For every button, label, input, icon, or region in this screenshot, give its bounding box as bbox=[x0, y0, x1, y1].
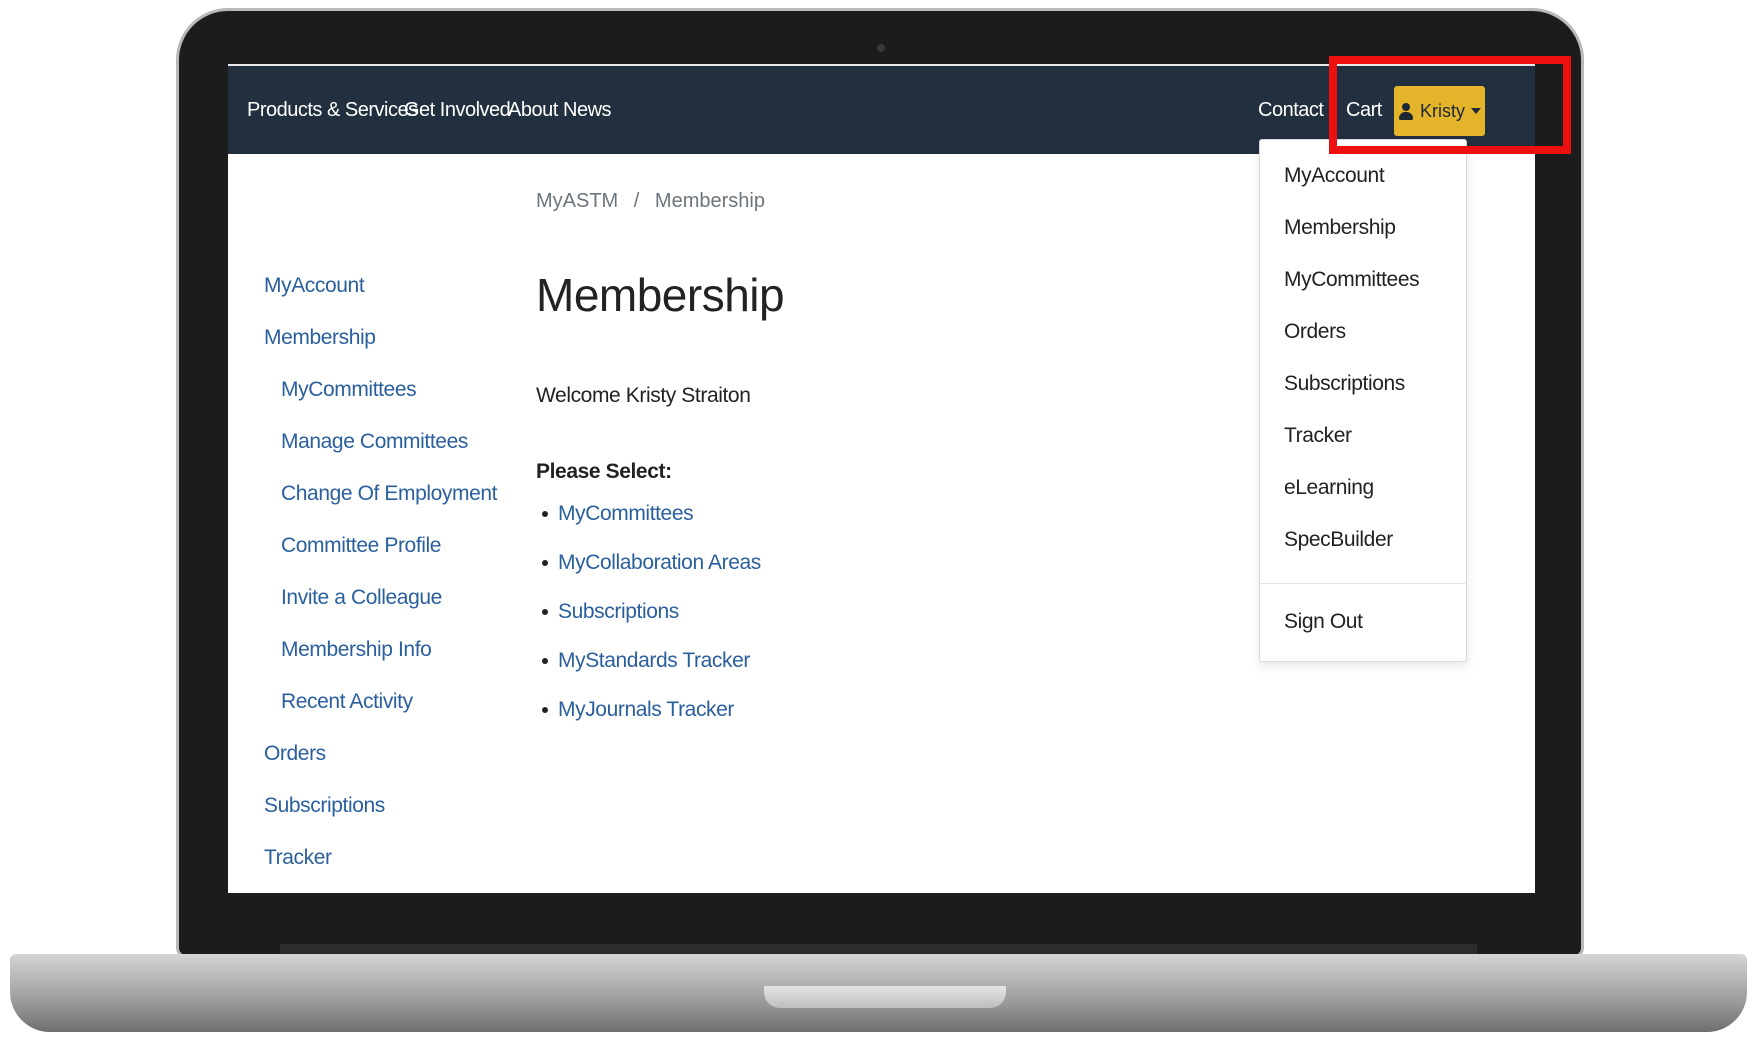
nav-news[interactable]: News bbox=[563, 99, 612, 122]
option-myjournals-tracker[interactable]: MyJournals Tracker bbox=[558, 698, 734, 722]
list-item: MyCommittees bbox=[536, 502, 694, 526]
sidebar-item-tracker[interactable]: Tracker bbox=[264, 846, 332, 870]
list-item: Subscriptions bbox=[536, 600, 679, 624]
nav-get-involved[interactable]: Get Involved bbox=[404, 99, 511, 122]
breadcrumb: MyASTM / Membership bbox=[536, 190, 775, 213]
option-subscriptions[interactable]: Subscriptions bbox=[558, 600, 679, 624]
dropdown-item-elearning[interactable]: eLearning bbox=[1284, 476, 1374, 500]
option-mycollaboration-areas[interactable]: MyCollaboration Areas bbox=[558, 551, 761, 575]
sidebar-item-recent-activity[interactable]: Recent Activity bbox=[281, 690, 413, 714]
bullet bbox=[542, 511, 548, 517]
breadcrumb-root[interactable]: MyASTM bbox=[536, 190, 618, 212]
laptop-notch bbox=[764, 986, 1006, 1008]
dropdown-item-mycommittees[interactable]: MyCommittees bbox=[1284, 268, 1420, 292]
page-title: Membership bbox=[536, 269, 785, 321]
list-item: MyJournals Tracker bbox=[536, 698, 734, 722]
dropdown-item-orders[interactable]: Orders bbox=[1284, 320, 1346, 344]
sidebar-item-manage-committees[interactable]: Manage Committees bbox=[281, 430, 468, 454]
sidebar-item-subscriptions[interactable]: Subscriptions bbox=[264, 794, 385, 818]
camera-icon bbox=[877, 44, 885, 52]
sidebar-item-mycommittees[interactable]: MyCommittees bbox=[281, 378, 417, 402]
nav-products-services[interactable]: Products & Services bbox=[247, 99, 418, 122]
sidebar-item-invite-colleague[interactable]: Invite a Colleague bbox=[281, 586, 442, 610]
highlight-box bbox=[1329, 56, 1571, 154]
sidebar-item-myaccount[interactable]: MyAccount bbox=[264, 274, 365, 298]
nav-about[interactable]: About bbox=[508, 99, 558, 122]
sidebar-item-orders[interactable]: Orders bbox=[264, 742, 326, 766]
breadcrumb-current: Membership bbox=[654, 190, 765, 212]
dropdown-item-specbuilder[interactable]: SpecBuilder bbox=[1284, 528, 1393, 552]
option-mystandards-tracker[interactable]: MyStandards Tracker bbox=[558, 649, 750, 673]
bullet bbox=[542, 658, 548, 664]
list-item: MyCollaboration Areas bbox=[536, 551, 761, 575]
dropdown-item-sign-out[interactable]: Sign Out bbox=[1284, 610, 1363, 634]
sidebar-item-change-of-employment[interactable]: Change Of Employment bbox=[281, 482, 498, 506]
nav-contact[interactable]: Contact bbox=[1258, 99, 1324, 122]
option-mycommittees[interactable]: MyCommittees bbox=[558, 502, 694, 526]
dropdown-item-subscriptions[interactable]: Subscriptions bbox=[1284, 372, 1405, 396]
please-select-heading: Please Select: bbox=[536, 460, 672, 483]
bullet bbox=[542, 560, 548, 566]
welcome-text: Welcome Kristy Straiton bbox=[536, 384, 751, 407]
screen: Products & Services Get Involved About N… bbox=[228, 64, 1535, 893]
sidebar-item-membership[interactable]: Membership bbox=[264, 326, 376, 350]
dropdown-item-myaccount[interactable]: MyAccount bbox=[1284, 164, 1385, 188]
breadcrumb-separator: / bbox=[633, 190, 640, 212]
dropdown-item-membership[interactable]: Membership bbox=[1284, 216, 1396, 240]
dropdown-divider bbox=[1260, 583, 1466, 584]
sidebar-item-committee-profile[interactable]: Committee Profile bbox=[281, 534, 441, 558]
bullet bbox=[542, 609, 548, 615]
bullet bbox=[542, 707, 548, 713]
dropdown-item-tracker[interactable]: Tracker bbox=[1284, 424, 1352, 448]
list-item: MyStandards Tracker bbox=[536, 649, 750, 673]
user-dropdown-menu: MyAccount Membership MyCommittees Orders… bbox=[1259, 139, 1467, 662]
sidebar-item-membership-info[interactable]: Membership Info bbox=[281, 638, 432, 662]
